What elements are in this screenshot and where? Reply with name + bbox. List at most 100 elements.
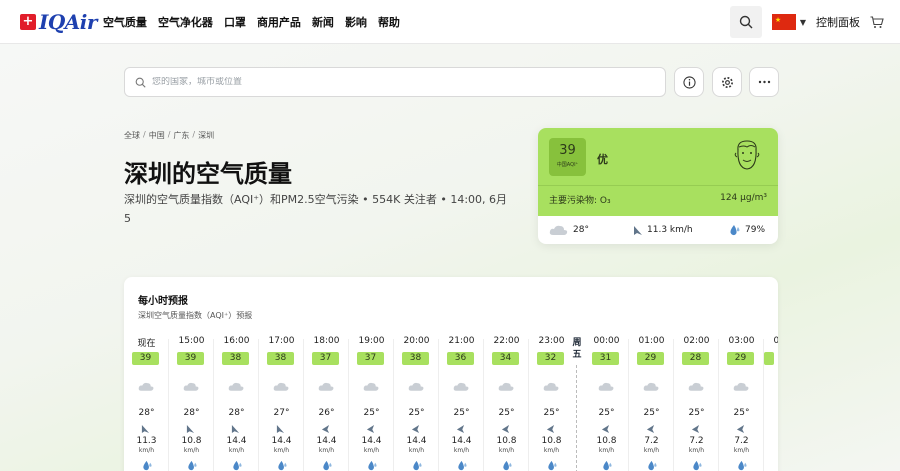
forecast-time: 04:00 xyxy=(773,336,778,346)
forecast-temp: 28° xyxy=(228,408,245,418)
forecast-column-separator xyxy=(303,339,304,471)
forecast-hours[interactable]: 现在 39 28° 11.3 km/h 15:00 39 28° 10.8 km/h 16:00 38… xyxy=(124,335,778,471)
cart-icon[interactable] xyxy=(870,15,884,29)
forecast-time: 21:00 xyxy=(448,336,475,346)
forecast-column-separator xyxy=(628,339,629,471)
forecast-hour-column[interactable]: 01:00 29 25° 7.2 km/h xyxy=(629,335,674,471)
forecast-hour-column[interactable]: 03:00 29 25° 7.2 km/h xyxy=(719,335,764,471)
breadcrumb-shenzhen[interactable]: 深圳 xyxy=(198,130,214,141)
swiss-flag-icon: + xyxy=(20,13,36,30)
nav-right-group: ★ ▼ 控制面板 xyxy=(729,0,884,44)
forecast-hour-column[interactable]: 16:00 38 28° 14.4 km/h xyxy=(214,335,259,471)
search-icon xyxy=(739,15,753,29)
humidity-drop-icon xyxy=(322,460,333,471)
forecast-wind-unit: km/h xyxy=(408,447,425,454)
cloud-icon xyxy=(183,381,200,395)
forecast-wind-speed: 7.2 xyxy=(644,436,659,446)
breadcrumb: 全球 / 中国 / 广东 / 深圳 xyxy=(124,130,214,141)
aqi-status: 优 xyxy=(597,153,608,166)
forecast-temp: 25° xyxy=(498,408,515,418)
forecast-wind-unit: km/h xyxy=(138,447,155,454)
forecast-hour-column[interactable]: 现在 39 28° 11.3 km/h xyxy=(124,335,169,471)
cloud-icon xyxy=(138,381,155,395)
forecast-hour-column[interactable]: 19:00 37 25° 14.4 km/h xyxy=(349,335,394,471)
wind-direction-icon xyxy=(601,424,610,436)
forecast-column-separator xyxy=(213,339,214,471)
forecast-wind-unit: km/h xyxy=(733,447,750,454)
search-input[interactable] xyxy=(152,77,632,87)
nav-link-impact[interactable]: 影响 xyxy=(345,14,367,30)
humidity-drop-icon xyxy=(277,460,288,471)
nav-search-button[interactable] xyxy=(729,6,762,38)
weather-humidity: 79% xyxy=(745,225,766,235)
forecast-wind-speed: 10.8 xyxy=(541,436,562,446)
forecast-day-divider xyxy=(576,365,577,471)
aqi-scale-label: 中国AQI⁺ xyxy=(556,162,579,168)
nav-link-news[interactable]: 新闻 xyxy=(312,14,334,30)
info-button[interactable] xyxy=(674,67,704,97)
main-nav-links: 空气质量 空气净化器 口罩 商用产品 新闻 影响 帮助 xyxy=(103,14,411,30)
forecast-column-separator xyxy=(168,339,169,471)
nav-link-air-purifiers[interactable]: 空气净化器 xyxy=(158,14,213,30)
page-title: 深圳的空气质量 xyxy=(124,160,292,188)
nav-link-help[interactable]: 帮助 xyxy=(378,14,400,30)
wind-direction-icon xyxy=(141,424,150,436)
forecast-hour-column[interactable]: 23:00 32 25° 10.8 km/h xyxy=(529,335,574,471)
forecast-temp: 28° xyxy=(183,408,200,418)
forecast-wind-unit: km/h xyxy=(183,447,200,454)
cloud-icon xyxy=(733,381,750,395)
cloud-icon xyxy=(498,381,515,395)
forecast-temp: 25° xyxy=(408,408,425,418)
more-options-button[interactable] xyxy=(749,67,779,97)
nav-link-commercial[interactable]: 商用产品 xyxy=(257,14,301,30)
forecast-temp: 28° xyxy=(138,408,155,418)
weather-temp-group: 28° xyxy=(549,224,633,236)
cloud-icon xyxy=(228,381,245,395)
location-search[interactable] xyxy=(124,67,666,97)
forecast-aqi-badge: 37 xyxy=(312,352,339,365)
forecast-hour-column[interactable]: 21:00 36 25° 14.4 km/h xyxy=(439,335,484,471)
cloud-icon xyxy=(363,381,380,395)
forecast-wind-unit: km/h xyxy=(453,447,470,454)
settings-button[interactable] xyxy=(712,67,742,97)
forecast-temp: 25° xyxy=(543,408,560,418)
forecast-time: 22:00 xyxy=(493,336,520,346)
forecast-temp: 27° xyxy=(273,408,290,418)
china-flag-icon[interactable]: ★ xyxy=(771,14,796,30)
breadcrumb-separator: / xyxy=(167,130,171,139)
breadcrumb-separator: / xyxy=(192,130,196,139)
forecast-hour-column[interactable]: 22:00 34 25° 10.8 km/h xyxy=(484,335,529,471)
iqair-logo[interactable]: + IQAir xyxy=(20,10,97,34)
wind-direction-icon xyxy=(186,424,195,436)
forecast-time: 00:00 xyxy=(593,336,620,346)
brand-name: IQAir xyxy=(39,9,97,34)
nav-link-masks[interactable]: 口罩 xyxy=(224,14,246,30)
forecast-wind-unit: km/h xyxy=(543,447,560,454)
forecast-hour-column[interactable]: 00:00 31 25° 10.8 km/h xyxy=(584,335,629,471)
forecast-wind-speed: 11.3 xyxy=(136,436,157,446)
forecast-hour-column[interactable]: 17:00 38 27° 14.4 km/h xyxy=(259,335,304,471)
chevron-down-icon[interactable]: ▼ xyxy=(800,18,806,27)
forecast-column-separator xyxy=(763,339,764,471)
breadcrumb-guangdong[interactable]: 广东 xyxy=(173,130,189,141)
forecast-wind-speed: 10.8 xyxy=(496,436,517,446)
forecast-hour-column[interactable]: 15:00 39 28° 10.8 km/h xyxy=(169,335,214,471)
weather-wind-group: 11.3 km/h xyxy=(633,225,729,236)
breadcrumb-world[interactable]: 全球 xyxy=(124,130,140,141)
dashboard-link[interactable]: 控制面板 xyxy=(816,14,860,30)
wind-direction-icon xyxy=(231,424,240,436)
forecast-hour-column[interactable]: 02:00 28 25° 7.2 km/h xyxy=(674,335,719,471)
forecast-hour-column[interactable]: 20:00 38 25° 14.4 km/h xyxy=(394,335,439,471)
forecast-time: 19:00 xyxy=(358,336,385,346)
nav-link-air-quality[interactable]: 空气质量 xyxy=(103,14,147,30)
breadcrumb-china[interactable]: 中国 xyxy=(149,130,165,141)
cloud-icon xyxy=(643,381,660,395)
forecast-temp: 25° xyxy=(598,408,615,418)
forecast-aqi-badge: 37 xyxy=(357,352,384,365)
forecast-hour-column[interactable]: 18:00 37 26° 14.4 km/h xyxy=(304,335,349,471)
weather-temp: 28° xyxy=(573,225,589,235)
main-pollutant-value: 124 μg/m³ xyxy=(720,193,767,203)
forecast-hour-column[interactable]: 04:00 xyxy=(764,335,778,471)
forecast-aqi-badge: 28 xyxy=(682,352,709,365)
cloud-icon xyxy=(543,381,560,395)
